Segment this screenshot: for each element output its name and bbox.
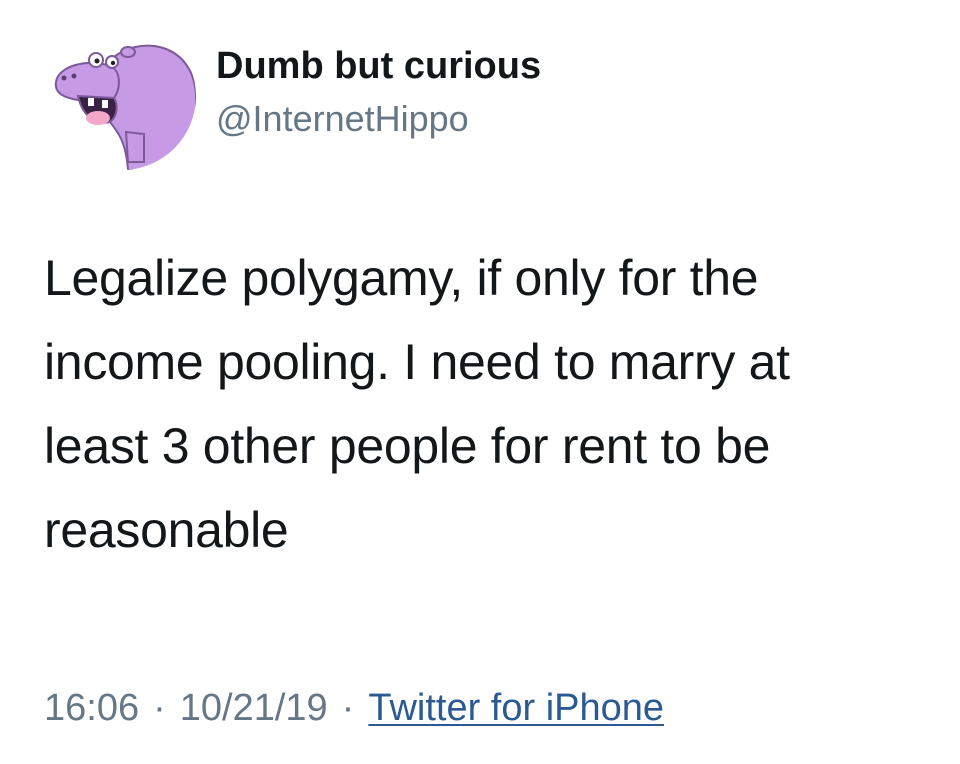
hippo-avatar-icon[interactable] [48, 22, 196, 170]
user-handle[interactable]: @InternetHippo [216, 96, 541, 142]
tweet-source-link[interactable]: Twitter for iPhone [368, 687, 664, 729]
tweet-metadata: 16:06 · 10/21/19 · Twitter for iPhone [44, 684, 664, 732]
tweet-text-line: reasonable [44, 502, 289, 558]
tweet-time[interactable]: 16:06 [44, 687, 139, 729]
meta-separator: · [341, 687, 355, 729]
tweet-text: Legalize polygamy, if only for the incom… [44, 236, 924, 572]
meta-separator: · [153, 687, 166, 729]
display-name[interactable]: Dumb but curious [216, 42, 541, 90]
tweet-text-line: income pooling. I need to marry at [44, 334, 790, 390]
tweet-card: Dumb but curious @InternetHippo Legalize… [0, 0, 960, 764]
tweet-text-line: least 3 other people for rent to be [44, 418, 771, 474]
tweet-text-line: Legalize polygamy, if only for the [44, 250, 759, 306]
tweet-date[interactable]: 10/21/19 [180, 687, 328, 729]
tweet-author[interactable]: Dumb but curious @InternetHippo [216, 42, 541, 142]
